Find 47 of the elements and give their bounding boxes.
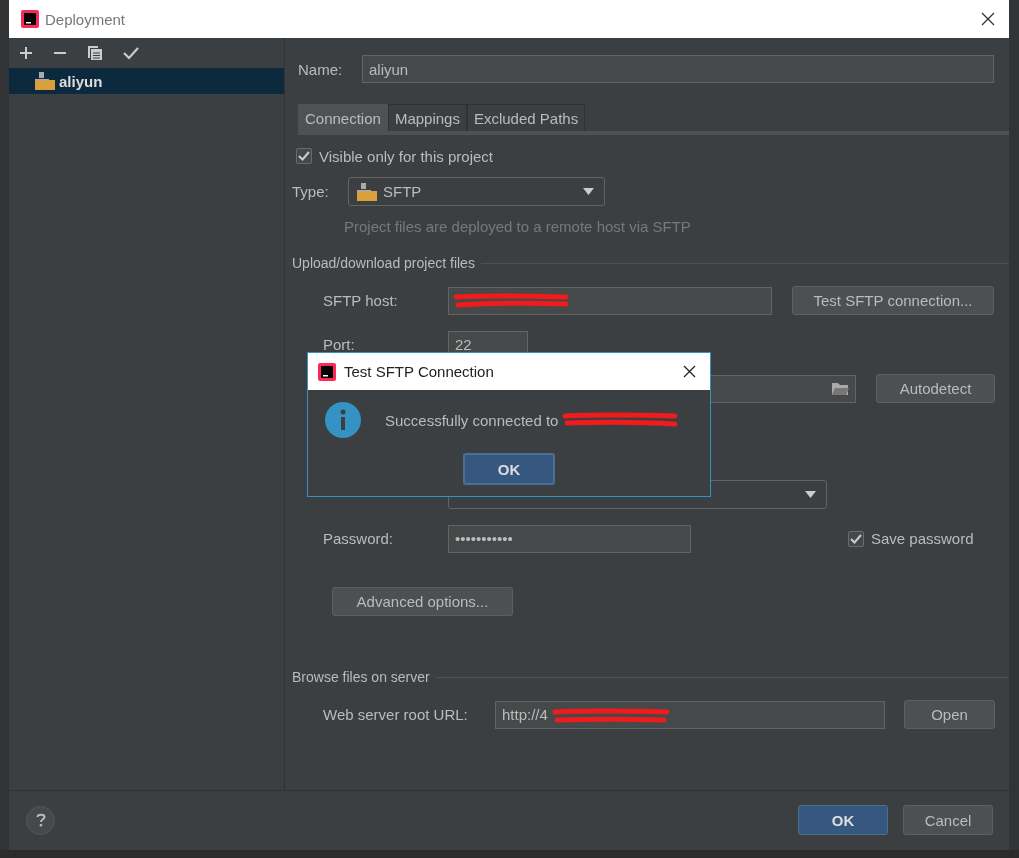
info-icon	[325, 402, 361, 438]
advanced-options-button[interactable]: Advanced options...	[332, 586, 513, 616]
url-label: Web server root URL:	[323, 706, 469, 723]
section-title: Browse files on server	[292, 669, 430, 685]
password-field[interactable]: •••••••••••	[448, 524, 691, 553]
check-icon[interactable]	[123, 46, 139, 60]
type-dropdown[interactable]: SFTP	[348, 177, 605, 206]
port-label: Port:	[323, 336, 356, 353]
name-field[interactable]: aliyun	[362, 55, 994, 83]
checkbox[interactable]	[296, 148, 312, 164]
help-button[interactable]	[26, 805, 55, 835]
caret-icon	[805, 491, 816, 498]
checkbox-label: Save password	[871, 530, 974, 547]
checkbox[interactable]	[848, 530, 864, 547]
dialog-message: Successfully connected to	[385, 411, 559, 429]
app-logo-icon	[21, 10, 39, 28]
server-item[interactable]: aliyun	[9, 68, 284, 94]
host-field[interactable]	[448, 286, 772, 315]
close-icon[interactable]	[981, 12, 995, 26]
close-icon[interactable]	[683, 365, 696, 378]
host-label: SFTP host:	[323, 292, 399, 309]
sftp-icon	[35, 71, 55, 91]
app-logo-icon	[318, 362, 336, 381]
autodetect-button[interactable]: Autodetect	[876, 374, 995, 403]
caret-icon	[583, 188, 594, 195]
url-field[interactable]: http://4	[495, 700, 885, 729]
tab[interactable]: Connection	[298, 104, 388, 131]
tab[interactable]: Mappings	[387, 104, 467, 131]
checkbox-label: Visible only for this project	[319, 147, 493, 165]
ok-button[interactable]: OK	[798, 805, 888, 835]
help-icon	[35, 813, 46, 827]
sftp-icon	[357, 181, 377, 202]
window-title: Deployment	[45, 10, 126, 28]
open-button[interactable]: Open	[904, 700, 995, 729]
add-icon[interactable]	[19, 46, 33, 60]
dialog-title: Test SFTP Connection	[344, 363, 494, 380]
ok-button[interactable]: OK	[463, 453, 555, 485]
tab[interactable]: Excluded Paths	[466, 104, 586, 131]
type-label: Type:	[292, 183, 330, 200]
section-title: Upload/download project files	[292, 255, 475, 271]
copy-icon[interactable]	[87, 45, 103, 61]
type-hint: Project files are deployed to a remote host via SFTP	[344, 218, 692, 236]
name-label: Name:	[298, 60, 344, 78]
password-label: Password:	[323, 530, 395, 547]
folder-icon[interactable]	[831, 381, 849, 396]
test-connection-button[interactable]: Test SFTP connection...	[792, 286, 994, 315]
cancel-button[interactable]: Cancel	[903, 805, 993, 835]
